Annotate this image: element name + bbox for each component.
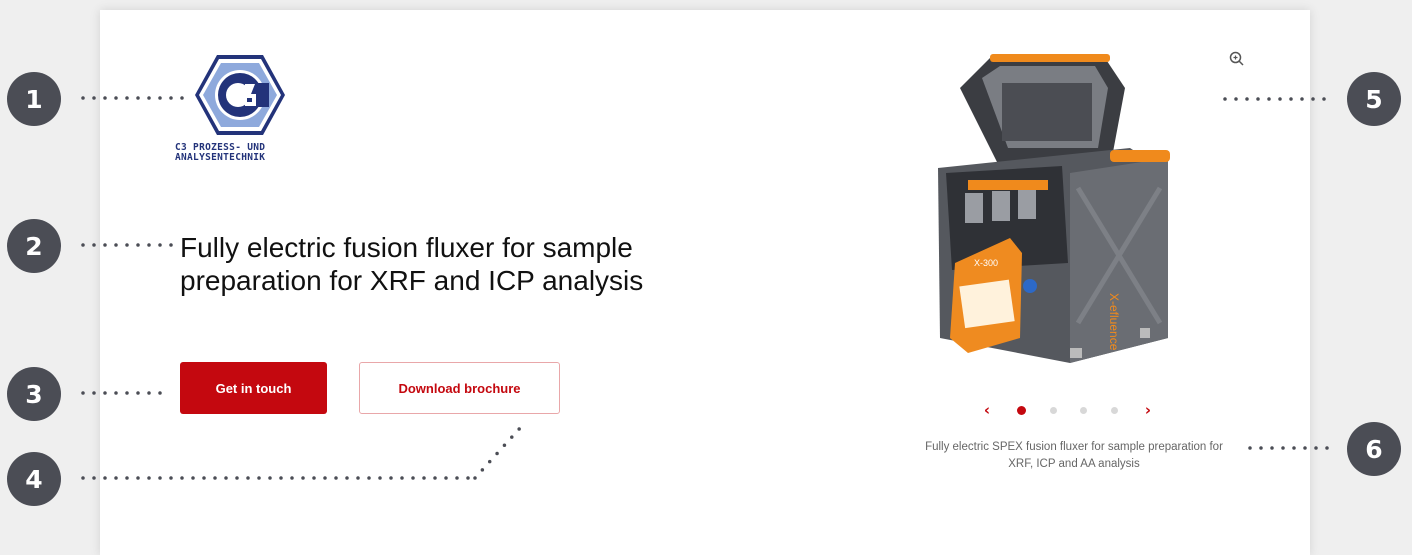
carousel-prev-icon[interactable]: ‹ — [980, 401, 994, 419]
annotation-badge-5: 5 — [1347, 72, 1401, 126]
image-caption-line2: XRF, ICP and AA analysis — [1008, 458, 1140, 470]
zoom-in-icon[interactable] — [1228, 50, 1246, 68]
carousel-dot-4[interactable] — [1110, 406, 1118, 414]
annotation-badge-2: 2 — [7, 219, 61, 273]
carousel-dot-1[interactable] — [1017, 405, 1027, 415]
c3-logo-icon — [195, 55, 285, 135]
page-title-line1: Fully electric fusion fluxer for sample — [180, 232, 633, 263]
carousel-next-icon[interactable]: › — [1141, 401, 1155, 419]
page-title-line2: preparation for XRF and ICP analysis — [180, 265, 644, 296]
annotation-badge-3: 3 — [7, 367, 61, 421]
annotation-badge-1: 1 — [7, 72, 61, 126]
company-name-line2: ANALYSENTECHNIK — [175, 152, 266, 163]
carousel-dot-2[interactable] — [1049, 406, 1057, 414]
company-name: C3 PROZESS- UND ANALYSENTECHNIK — [175, 143, 265, 163]
brand-label: X-efluence — [1107, 293, 1121, 351]
download-brochure-button[interactable]: Download brochure — [359, 362, 560, 414]
annotation-badge-4: 4 — [7, 452, 61, 506]
image-caption: Fully electric SPEX fusion fluxer for sa… — [884, 439, 1264, 473]
carousel-nav: ‹ › — [980, 400, 1155, 420]
carousel-dot-3[interactable] — [1080, 406, 1088, 414]
get-in-touch-button[interactable]: Get in touch — [180, 362, 327, 414]
image-caption-line1: Fully electric SPEX fusion fluxer for sa… — [925, 441, 1223, 453]
panel-label: X-300 — [974, 258, 998, 268]
product-image[interactable]: X-300 X-efluence — [910, 48, 1210, 368]
annotation-badge-6: 6 — [1347, 422, 1401, 476]
company-logo[interactable] — [195, 50, 285, 140]
page-title: Fully electric fusion fluxer for sample … — [180, 231, 780, 297]
